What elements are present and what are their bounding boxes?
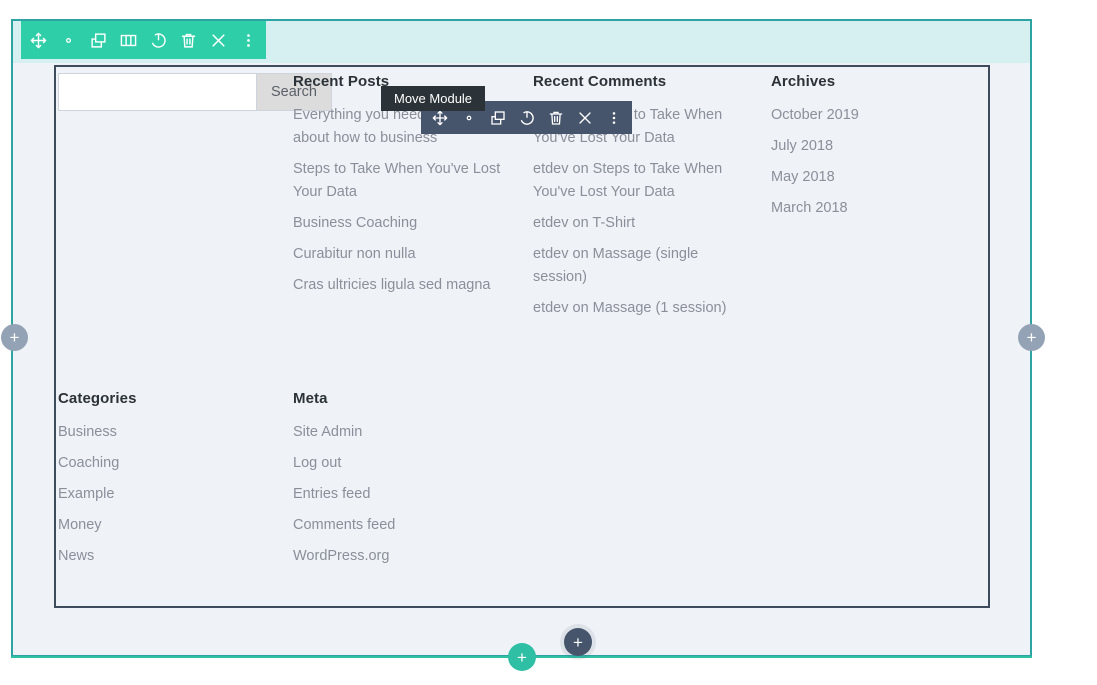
widget-title: Categories <box>58 390 273 407</box>
more-vertical-icon[interactable] <box>239 31 258 50</box>
list-item[interactable]: Business <box>58 421 273 444</box>
list-item[interactable]: Coaching <box>58 452 273 475</box>
list-item[interactable]: Cras ultricies ligula sed magna <box>293 274 508 297</box>
gear-icon[interactable] <box>59 31 78 50</box>
list-item[interactable]: March 2018 <box>771 197 976 220</box>
list-item[interactable]: Steps to Take When You've Lost Your Data <box>293 158 508 204</box>
list-item[interactable]: Curabitur non nulla <box>293 243 508 266</box>
plus-icon: + <box>10 329 20 346</box>
widget-list: October 2019 July 2018 May 2018 March 20… <box>771 104 976 220</box>
list-item[interactable]: July 2018 <box>771 135 976 158</box>
list-item[interactable]: Entries feed <box>293 483 508 506</box>
widget-title: Recent Comments <box>533 73 748 90</box>
list-item[interactable]: Comments feed <box>293 514 508 537</box>
tooltip: Move Module <box>381 86 485 111</box>
power-icon[interactable] <box>518 109 535 126</box>
widget-search: Search <box>58 73 273 111</box>
move-icon[interactable] <box>431 109 448 126</box>
move-icon[interactable] <box>29 31 48 50</box>
widget-list: etdev on Steps to Take When You've Lost … <box>533 104 748 320</box>
search-form[interactable]: Search <box>58 73 247 111</box>
list-item[interactable]: etdev on Massage (single session) <box>533 243 748 289</box>
list-item[interactable]: etdev on Steps to Take When You've Lost … <box>533 158 748 204</box>
close-icon[interactable] <box>209 31 228 50</box>
plus-icon: + <box>517 649 527 666</box>
list-item[interactable]: etdev on Massage (1 session) <box>533 297 748 320</box>
duplicate-icon[interactable] <box>89 31 108 50</box>
widget-meta: Meta Site Admin Log out Entries feed Com… <box>293 390 508 576</box>
power-icon[interactable] <box>149 31 168 50</box>
section-toolbar[interactable] <box>21 21 266 59</box>
module-outline[interactable]: Search Recent Posts Everything you need … <box>54 65 990 608</box>
search-input[interactable] <box>58 73 256 111</box>
add-column-right-button[interactable]: + <box>1018 324 1045 351</box>
add-section-button[interactable]: + <box>508 643 536 671</box>
list-item[interactable]: etdev on T-Shirt <box>533 212 748 235</box>
builder-canvas: Search Recent Posts Everything you need … <box>0 0 1097 685</box>
list-item[interactable]: May 2018 <box>771 166 976 189</box>
list-item[interactable]: Site Admin <box>293 421 508 444</box>
add-column-left-button[interactable]: + <box>1 324 28 351</box>
more-vertical-icon[interactable] <box>605 109 622 126</box>
plus-icon: + <box>1027 329 1037 346</box>
widget-archives: Archives October 2019 July 2018 May 2018… <box>771 73 976 228</box>
gear-icon[interactable] <box>460 109 477 126</box>
widget-area: Search Recent Posts Everything you need … <box>56 67 988 606</box>
trash-icon[interactable] <box>547 109 564 126</box>
widget-categories: Categories Business Coaching Example Mon… <box>58 390 273 576</box>
columns-icon[interactable] <box>119 31 138 50</box>
widget-title: Archives <box>771 73 976 90</box>
list-item[interactable]: WordPress.org <box>293 545 508 568</box>
widget-title: Meta <box>293 390 508 407</box>
list-item[interactable]: Business Coaching <box>293 212 508 235</box>
list-item[interactable]: Example <box>58 483 273 506</box>
add-module-button[interactable]: + <box>564 628 592 656</box>
plus-icon: + <box>573 634 583 651</box>
trash-icon[interactable] <box>179 31 198 50</box>
list-item[interactable]: October 2019 <box>771 104 976 127</box>
widget-list: Site Admin Log out Entries feed Comments… <box>293 421 508 568</box>
list-item[interactable]: Log out <box>293 452 508 475</box>
widget-list: Business Coaching Example Money News <box>58 421 273 568</box>
list-item[interactable]: Money <box>58 514 273 537</box>
close-icon[interactable] <box>576 109 593 126</box>
list-item[interactable]: News <box>58 545 273 568</box>
duplicate-icon[interactable] <box>489 109 506 126</box>
